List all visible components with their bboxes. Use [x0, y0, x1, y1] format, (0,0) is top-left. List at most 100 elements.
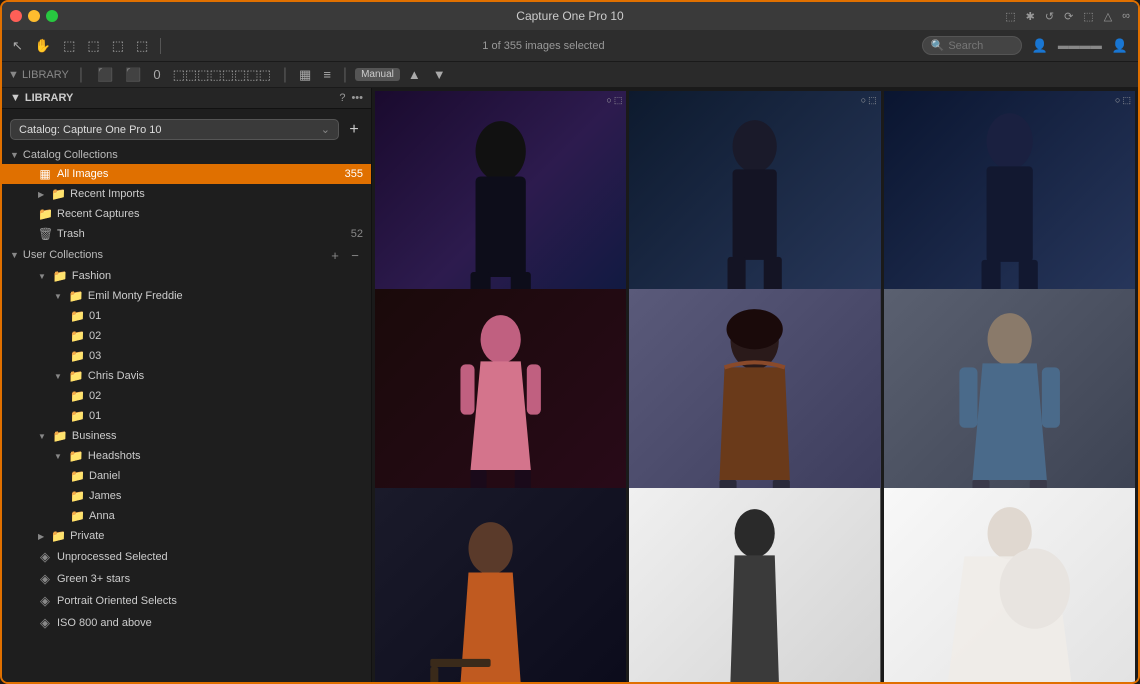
- photo-cell-9[interactable]: [884, 488, 1135, 684]
- toolbar2-sort-asc[interactable]: ▲: [404, 65, 425, 84]
- unprocessed-icon: ◈: [38, 549, 52, 565]
- traffic-lights[interactable]: [10, 10, 58, 22]
- photo-top-icons-2: ○ ⬚: [861, 95, 877, 106]
- toolbar2-btn-3[interactable]: 0: [149, 65, 164, 84]
- toolbar-user-icon[interactable]: 👤: [1028, 36, 1052, 56]
- toolbar-tool-5[interactable]: ⬚: [108, 36, 128, 56]
- headshots-label: Headshots: [88, 450, 363, 462]
- emf-02-icon: 📁: [70, 329, 84, 343]
- business-chevron: ▼: [38, 432, 46, 441]
- toolbar-rating-bar: ▬▬▬▬: [1058, 40, 1102, 52]
- uc-remove-btn[interactable]: −: [347, 247, 363, 263]
- sidebar-item-green-3-stars[interactable]: ◈ Green 3+ stars: [2, 568, 371, 590]
- toolbar-user-btn[interactable]: 👤: [1108, 36, 1132, 56]
- sidebar-item-cd-01[interactable]: 📁 01: [2, 406, 371, 426]
- photo-cell-8[interactable]: [629, 488, 880, 684]
- photo-cell-7[interactable]: [375, 488, 626, 684]
- sidebar-item-trash[interactable]: 🗑 Trash 52: [2, 224, 371, 244]
- recent-imports-icon: 📁: [51, 187, 65, 201]
- sidebar-item-private[interactable]: ▶ 📁 Private: [2, 526, 371, 546]
- minimize-button[interactable]: [28, 10, 40, 22]
- main-toolbar: ↖ ✋ ⬚ ⬚ ⬚ ⬚ 1 of 355 images selected 🔍 S…: [2, 30, 1138, 62]
- cd-01-icon: 📁: [70, 409, 84, 423]
- recent-captures-icon: 📁: [38, 207, 52, 221]
- user-collections-header[interactable]: ▼ User Collections + −: [2, 244, 371, 266]
- emf-chevron: ▼: [54, 292, 62, 301]
- toolbar-tool-6[interactable]: ⬚: [132, 36, 152, 56]
- title-icon-5: ⬚: [1083, 10, 1093, 23]
- sidebar-item-headshots[interactable]: ▼ 📁 Headshots: [2, 446, 371, 466]
- sidebar-item-business[interactable]: ▼ 📁 Business: [2, 426, 371, 446]
- emf-label: Emil Monty Freddie: [88, 290, 363, 302]
- catalog-add-btn[interactable]: +: [345, 121, 363, 139]
- sidebar-title-group: ▼ LIBRARY: [10, 92, 73, 104]
- toolbar2-sort-desc[interactable]: ▼: [429, 65, 450, 84]
- photo-type-icon-3: ⬚: [1122, 95, 1131, 106]
- photo-top-icons-3: ○ ⬚: [1115, 95, 1131, 106]
- photo-image-7: [375, 488, 626, 684]
- sidebar-item-iso-800-above[interactable]: ◈ ISO 800 and above: [2, 612, 371, 634]
- sidebar-header: ▼ LIBRARY ? •••: [2, 88, 371, 109]
- catalog-name: Catalog: Capture One Pro 10: [19, 124, 161, 136]
- sidebar-item-james[interactable]: 📁 James: [2, 486, 371, 506]
- daniel-label: Daniel: [89, 470, 363, 482]
- sidebar-item-emf-01[interactable]: 📁 01: [2, 306, 371, 326]
- sidebar-item-unprocessed-selected[interactable]: ◈ Unprocessed Selected: [2, 546, 371, 568]
- cd-icon: 📁: [69, 369, 83, 383]
- catalog-dropdown[interactable]: Catalog: Capture One Pro 10 ⌄: [10, 119, 339, 140]
- grid-view-btn[interactable]: ▦: [295, 65, 315, 85]
- sidebar-item-recent-captures[interactable]: 📁 Recent Captures: [2, 204, 371, 224]
- private-label: Private: [70, 530, 363, 542]
- cd-chevron: ▼: [54, 372, 62, 381]
- green-3-stars-label: Green 3+ stars: [57, 573, 363, 585]
- daniel-icon: 📁: [70, 469, 84, 483]
- sidebar-item-all-images[interactable]: ▦ All Images 355: [2, 164, 371, 184]
- private-chevron: ▶: [38, 532, 44, 541]
- sidebar-item-recent-imports[interactable]: ▶ 📁 Recent Imports: [2, 184, 371, 204]
- search-box[interactable]: 🔍 Search: [922, 36, 1022, 55]
- sidebar-item-chris-davis[interactable]: ▼ 📁 Chris Davis: [2, 366, 371, 386]
- catalog-collections-chevron: ▼: [10, 150, 19, 160]
- sidebar-item-daniel[interactable]: 📁 Daniel: [2, 466, 371, 486]
- iso-800-icon: ◈: [38, 615, 52, 631]
- toolbar2-btn-1[interactable]: ⬛: [93, 65, 117, 85]
- emf-03-icon: 📁: [70, 349, 84, 363]
- toolbar-tool-3[interactable]: ⬚: [59, 36, 79, 56]
- anna-label: Anna: [89, 510, 363, 522]
- sidebar-item-emf-03[interactable]: 📁 03: [2, 346, 371, 366]
- sidebar-item-cd-02[interactable]: 📁 02: [2, 386, 371, 406]
- search-icon: 🔍: [931, 39, 945, 52]
- close-button[interactable]: [10, 10, 22, 22]
- title-bar: Capture One Pro 10 ⬚ ✱ ↺ ⟳ ⬚ △ ∞: [2, 2, 1138, 30]
- sidebar-help-btn[interactable]: ?: [339, 92, 345, 104]
- sidebar-item-anna[interactable]: 📁 Anna: [2, 506, 371, 526]
- headshots-icon: 📁: [69, 449, 83, 463]
- toolbar2-tool-group[interactable]: ⬚⬚⬚⬚⬚⬚⬚⬚: [169, 65, 275, 85]
- photo-image-9: [884, 488, 1135, 684]
- sidebar-chevron[interactable]: ▼: [10, 92, 21, 104]
- toolbar2-sep: |: [79, 66, 83, 84]
- portrait-oriented-icon: ◈: [38, 593, 52, 609]
- sidebar-item-fashion[interactable]: ▼ 📁 Fashion: [2, 266, 371, 286]
- list-view-btn[interactable]: ≡: [319, 65, 335, 84]
- sidebar-menu-btn[interactable]: •••: [351, 92, 363, 104]
- toolbar2-btn-2[interactable]: ⬛: [121, 65, 145, 85]
- toolbar-select-tool[interactable]: ↖: [8, 36, 27, 56]
- toolbar2-sep3: |: [343, 66, 347, 84]
- catalog-selector: Catalog: Capture One Pro 10 ⌄ +: [10, 119, 363, 140]
- sidebar-item-emil-monty-freddie[interactable]: ▼ 📁 Emil Monty Freddie: [2, 286, 371, 306]
- photo-flag-icon-3: ○: [1115, 95, 1120, 106]
- sidebar-item-portrait-oriented-selects[interactable]: ◈ Portrait Oriented Selects: [2, 590, 371, 612]
- private-icon: 📁: [51, 529, 65, 543]
- secondary-toolbar: ▼ LIBRARY | ⬛ ⬛ 0 ⬚⬚⬚⬚⬚⬚⬚⬚ | ▦ ≡ | Manua…: [2, 62, 1138, 88]
- content-area: Look 8_0028.jpg ★★★★★ ○ ⬚: [372, 88, 1138, 684]
- sidebar-item-emf-02[interactable]: 📁 02: [2, 326, 371, 346]
- emf-02-label: 02: [89, 330, 363, 342]
- photo-type-icon-1: ⬚: [614, 95, 623, 106]
- anna-icon: 📁: [70, 509, 84, 523]
- uc-add-btn[interactable]: +: [327, 247, 343, 263]
- toolbar-pan-tool[interactable]: ✋: [31, 36, 55, 56]
- catalog-collections-header[interactable]: ▼ Catalog Collections: [2, 146, 371, 164]
- toolbar-tool-4[interactable]: ⬚: [83, 36, 103, 56]
- maximize-button[interactable]: [46, 10, 58, 22]
